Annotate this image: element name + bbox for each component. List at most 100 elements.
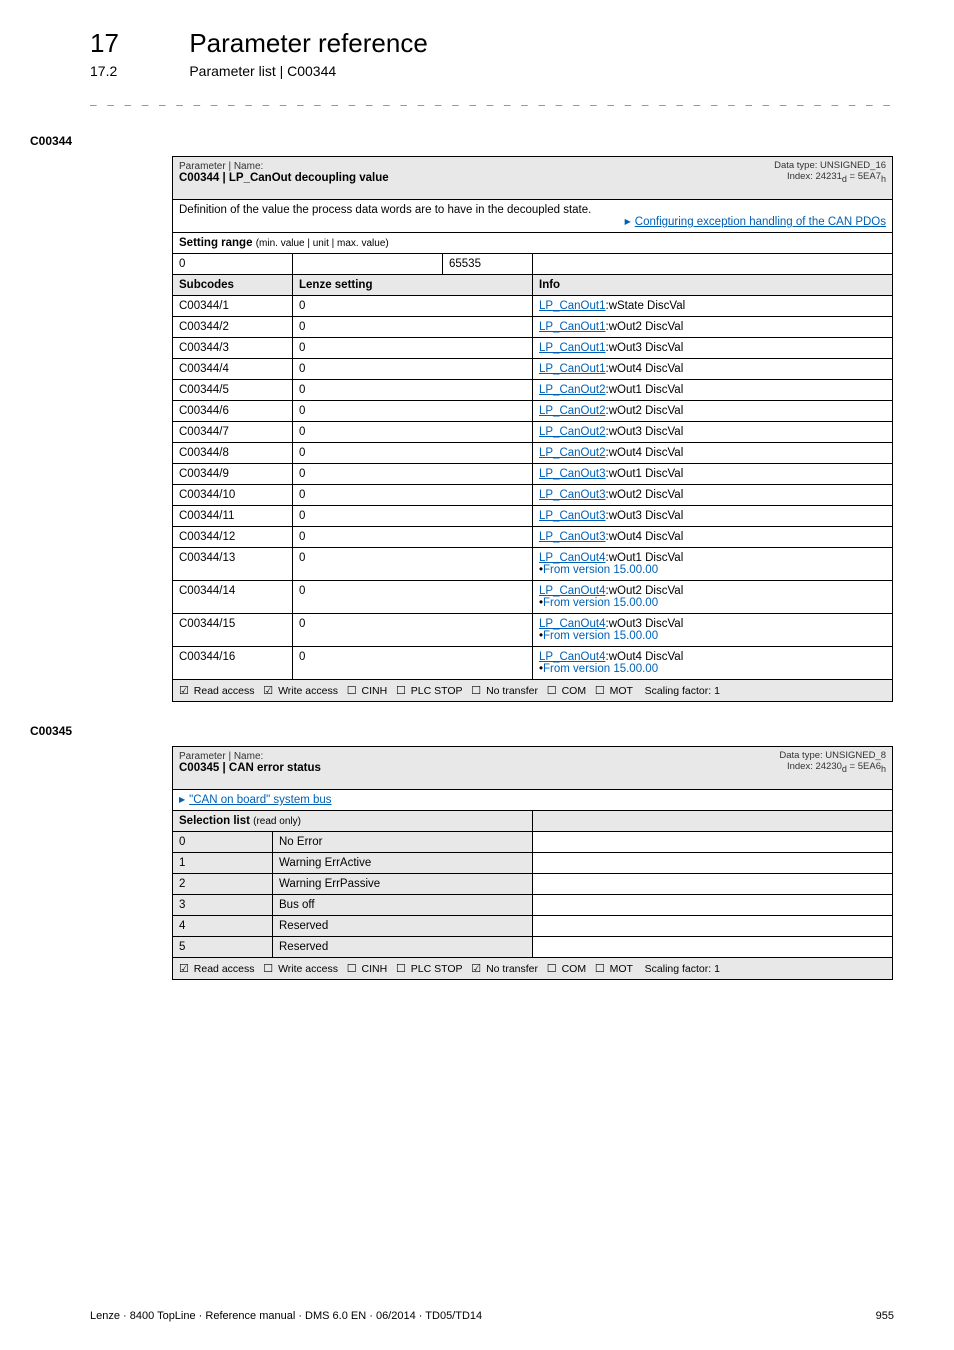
table-row-subcode: C00344/11 [173, 506, 293, 527]
datatype-line1-2: Data type: UNSIGNED_8 [779, 750, 886, 761]
table-row-subcode: C00344/3 [173, 338, 293, 359]
table-row-subcode: C00344/5 [173, 380, 293, 401]
table-row-setting: 0 [293, 359, 533, 380]
table-row-setting: 0 [293, 401, 533, 422]
link-canout[interactable]: LP_CanOut2 [539, 426, 606, 438]
link-canout[interactable]: LP_CanOut4 [539, 552, 606, 564]
range-min: 0 [173, 254, 293, 275]
selection-row-number: 4 [173, 916, 273, 937]
selection-row-text: Reserved [273, 937, 533, 958]
link-canout[interactable]: LP_CanOut4 [539, 618, 606, 630]
link-canout[interactable]: LP_CanOut4 [539, 585, 606, 597]
selection-row-number: 0 [173, 832, 273, 853]
table-row-setting: 0 [293, 380, 533, 401]
table-row-subcode: C00344/10 [173, 485, 293, 506]
link-canout[interactable]: LP_CanOut2 [539, 405, 606, 417]
link-canout[interactable]: LP_CanOut1 [539, 321, 606, 333]
table-row-subcode: C00344/8 [173, 443, 293, 464]
selection-row-number: 2 [173, 874, 273, 895]
table-row-info: LP_CanOut4:wOut4 DiscValFrom version 15.… [533, 647, 893, 680]
link-canout[interactable]: LP_CanOut2 [539, 447, 606, 459]
flags-row-c00344: ☑ Read access ☑ Write access ☐ CINH ☐ PL… [173, 680, 893, 702]
table-row-setting: 0 [293, 647, 533, 680]
link-canout[interactable]: LP_CanOut3 [539, 531, 606, 543]
table-row-subcode: C00344/1 [173, 296, 293, 317]
table-row-subcode: C00344/2 [173, 317, 293, 338]
link-canout[interactable]: LP_CanOut3 [539, 468, 606, 480]
datatype-line1: Data type: UNSIGNED_16 [774, 160, 886, 171]
link-can-on-board[interactable]: "CAN on board" system bus [179, 794, 332, 806]
table-row-info: LP_CanOut3:wOut1 DiscVal [533, 464, 893, 485]
table-row-info: LP_CanOut4:wOut3 DiscValFrom version 15.… [533, 614, 893, 647]
col-subcodes: Subcodes [173, 275, 293, 296]
table-row-info: LP_CanOut4:wOut1 DiscValFrom version 15.… [533, 548, 893, 581]
section-title: Parameter list | C00344 [189, 63, 336, 79]
link-canout[interactable]: LP_CanOut3 [539, 489, 606, 501]
table-row-subcode: C00344/4 [173, 359, 293, 380]
table-c00344: Parameter | Name: C00344 | LP_CanOut dec… [172, 156, 893, 702]
table-row-subcode: C00344/16 [173, 647, 293, 680]
chapter-title: Parameter reference [189, 28, 427, 59]
table-row-info: LP_CanOut1:wOut2 DiscVal [533, 317, 893, 338]
table-row-subcode: C00344/9 [173, 464, 293, 485]
footer-page-number: 955 [876, 1310, 894, 1322]
table-row-setting: 0 [293, 527, 533, 548]
link-canout[interactable]: LP_CanOut4 [539, 651, 606, 663]
selection-row-text: Warning ErrPassive [273, 874, 533, 895]
table-row-info: LP_CanOut1:wState DiscVal [533, 296, 893, 317]
table-row-info: LP_CanOut2:wOut2 DiscVal [533, 401, 893, 422]
table-c00345: Parameter | Name: C00345 | CAN error sta… [172, 746, 893, 980]
table-row-subcode: C00344/12 [173, 527, 293, 548]
section-number: 17.2 [90, 63, 186, 79]
table-row-subcode: C00344/7 [173, 422, 293, 443]
table-row-setting: 0 [293, 296, 533, 317]
table-row-subcode: C00344/14 [173, 581, 293, 614]
datatype-line2: Index: 24231d = 5EA7h [774, 171, 886, 185]
link-canout[interactable]: LP_CanOut1 [539, 363, 606, 375]
selection-row-number: 3 [173, 895, 273, 916]
table-row-subcode: C00344/15 [173, 614, 293, 647]
table-row-info: LP_CanOut2:wOut1 DiscVal [533, 380, 893, 401]
table-row-subcode: C00344/6 [173, 401, 293, 422]
table-row-setting: 0 [293, 422, 533, 443]
table-row-setting: 0 [293, 548, 533, 581]
selection-row-text: No Error [273, 832, 533, 853]
link-canout[interactable]: LP_CanOut2 [539, 384, 606, 396]
col-info: Info [533, 275, 893, 296]
separator-line: _ _ _ _ _ _ _ _ _ _ _ _ _ _ _ _ _ _ _ _ … [90, 93, 894, 106]
link-canout[interactable]: LP_CanOut3 [539, 510, 606, 522]
selection-row-text: Warning ErrActive [273, 853, 533, 874]
setting-range-label: Setting range [179, 237, 256, 249]
flags-row-c00345: ☑ Read access ☐ Write access ☐ CINH ☐ PL… [173, 958, 893, 980]
definition-text: Definition of the value the process data… [179, 204, 886, 216]
link-canout[interactable]: LP_CanOut1 [539, 300, 606, 312]
table-row-subcode: C00344/13 [173, 548, 293, 581]
range-max: 65535 [443, 254, 533, 275]
table-row-info: LP_CanOut2:wOut4 DiscVal [533, 443, 893, 464]
footer-left: Lenze · 8400 TopLine · Reference manual … [90, 1310, 482, 1322]
table-row-info: LP_CanOut3:wOut2 DiscVal [533, 485, 893, 506]
chapter-number: 17 [90, 28, 186, 59]
selection-row-number: 1 [173, 853, 273, 874]
table-row-setting: 0 [293, 581, 533, 614]
link-canout[interactable]: LP_CanOut1 [539, 342, 606, 354]
table-row-setting: 0 [293, 485, 533, 506]
selection-row-text: Reserved [273, 916, 533, 937]
table-row-info: LP_CanOut4:wOut2 DiscValFrom version 15.… [533, 581, 893, 614]
table-row-info: LP_CanOut1:wOut3 DiscVal [533, 338, 893, 359]
table-row-setting: 0 [293, 443, 533, 464]
table-row-setting: 0 [293, 614, 533, 647]
param-anchor-c00345: C00345 [30, 724, 894, 738]
table-row-info: LP_CanOut3:wOut3 DiscVal [533, 506, 893, 527]
col-lenze-setting: Lenze setting [293, 275, 533, 296]
link-configuring-exception[interactable]: Configuring exception handling of the CA… [625, 216, 886, 228]
table-row-setting: 0 [293, 506, 533, 527]
table-row-setting: 0 [293, 317, 533, 338]
selection-list-label: Selection list [179, 815, 253, 827]
selection-row-text: Bus off [273, 895, 533, 916]
table-row-setting: 0 [293, 338, 533, 359]
selection-row-number: 5 [173, 937, 273, 958]
param-anchor-c00344: C00344 [30, 134, 894, 148]
table-row-info: LP_CanOut2:wOut3 DiscVal [533, 422, 893, 443]
table-row-info: LP_CanOut3:wOut4 DiscVal [533, 527, 893, 548]
